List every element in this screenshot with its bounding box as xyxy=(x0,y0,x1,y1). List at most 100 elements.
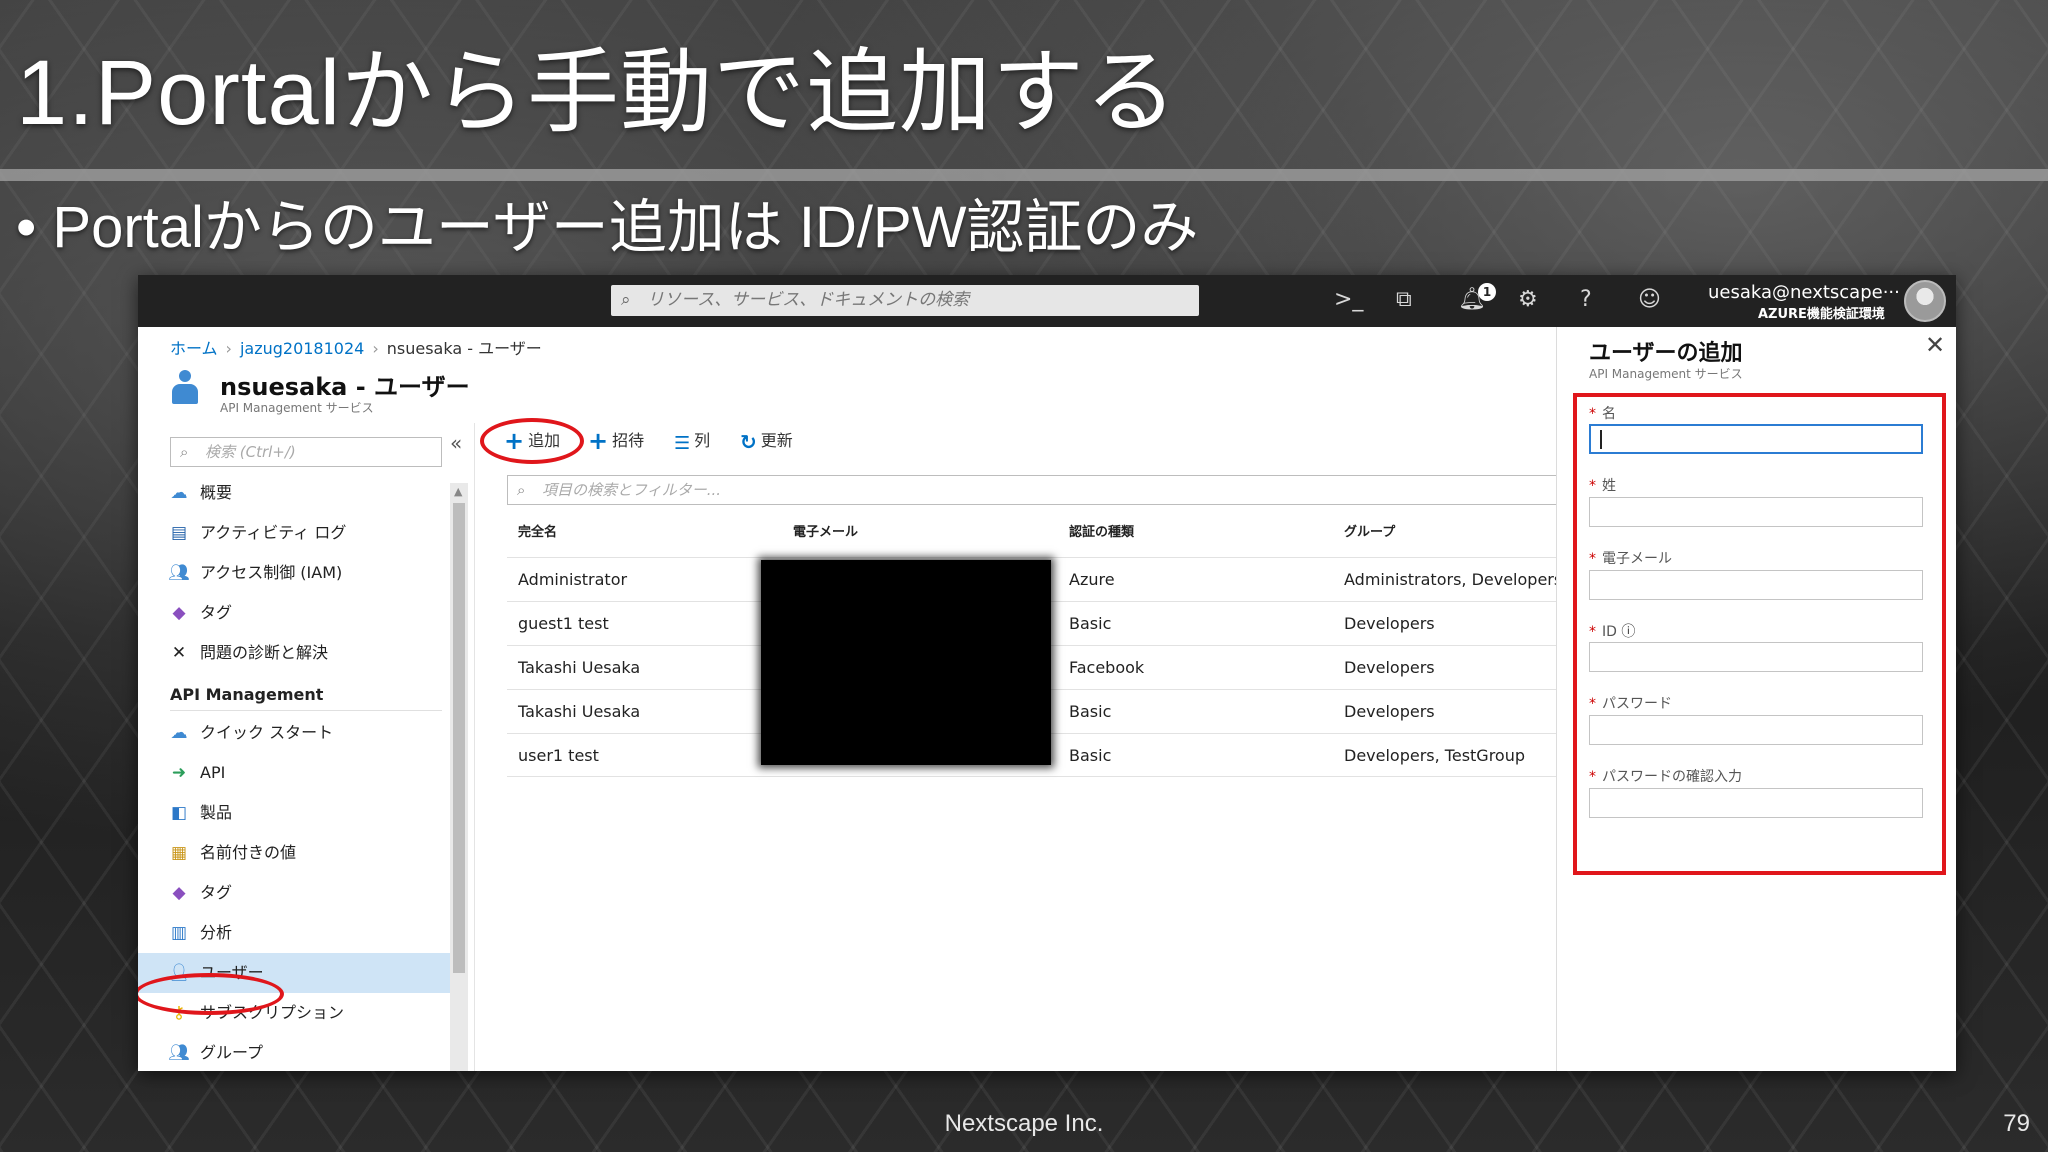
menu-item-overview[interactable]: ☁ 概要 xyxy=(138,473,450,513)
portal-top-bar: ⌕ リソース、サービス、ドキュメントの検索 >_ ⧉ 🔔︎ 1 ⚙ ? ☺ ue… xyxy=(138,275,1956,327)
breadcrumb-resource[interactable]: jazug20181024 xyxy=(240,339,364,358)
columns-icon: ☰ xyxy=(674,433,691,454)
menu-section-api-management: API Management xyxy=(170,685,324,704)
column-header-email[interactable]: 電子メール xyxy=(793,521,858,540)
cloud-icon: ☁ xyxy=(170,723,188,743)
scroll-up-icon[interactable]: ▲ xyxy=(454,485,462,498)
collapse-menu-button[interactable]: « xyxy=(450,431,462,455)
notification-badge: 1 xyxy=(1478,283,1496,301)
column-header-auth-type[interactable]: 認証の種類 xyxy=(1069,521,1134,540)
close-icon[interactable]: ✕ xyxy=(1925,331,1945,359)
add-user-panel: ユーザーの追加 API Management サービス ✕ * 名 * 姓 * 電子メ… xyxy=(1556,327,1956,1071)
menu-scrollbar[interactable]: ▲ xyxy=(450,483,468,1071)
avatar[interactable] xyxy=(1904,280,1946,322)
chevron-right-icon: › xyxy=(225,339,232,358)
email-field[interactable] xyxy=(1589,570,1923,600)
gear-icon[interactable]: ⚙ xyxy=(1518,287,1538,313)
cell-groups: Developers xyxy=(1344,658,1435,677)
chevron-right-icon: › xyxy=(372,339,379,358)
cell-full-name: user1 test xyxy=(518,746,599,765)
menu-item-diagnose[interactable]: ✕ 問題の診断と解決 xyxy=(138,633,450,673)
help-icon[interactable]: ? xyxy=(1580,287,1592,313)
breadcrumb-current: nsuesaka - ユーザー xyxy=(386,339,542,358)
directory-filter-icon[interactable]: ⧉ xyxy=(1396,287,1412,313)
confirm-password-field[interactable] xyxy=(1589,788,1923,818)
blade-subtitle: API Management サービス xyxy=(220,401,374,415)
text-cursor xyxy=(1600,430,1602,449)
column-header-full-name[interactable]: 完全名 xyxy=(518,521,557,540)
refresh-icon: ↻ xyxy=(740,430,757,454)
invite-button[interactable]: + 招待 xyxy=(588,427,644,455)
people-icon: 👥︎ xyxy=(168,563,190,583)
cell-auth-type: Basic xyxy=(1069,702,1112,721)
feedback-smiley-icon[interactable]: ☺ xyxy=(1638,287,1661,313)
menu-item-named-values[interactable]: ▦ 名前付きの値 xyxy=(138,833,450,873)
menu-item-groups[interactable]: 👥︎ グループ xyxy=(138,1033,450,1071)
log-icon: ▤ xyxy=(170,523,188,543)
menu-divider xyxy=(170,710,442,711)
slide-bullet: • Portalからのユーザー追加は ID/PW認証のみ xyxy=(16,195,1199,260)
menu-item-activity-log[interactable]: ▤ アクティビティ ログ xyxy=(138,513,450,553)
menu-item-label: タグ xyxy=(200,603,233,622)
scrollbar-thumb[interactable] xyxy=(453,503,465,973)
menu-item-label: グループ xyxy=(200,1043,264,1062)
menu-item-tags[interactable]: ◆ タグ xyxy=(138,593,450,633)
search-icon: ⌕ xyxy=(621,290,631,310)
id-label: * ID ⓘ xyxy=(1589,624,1636,640)
global-search-placeholder: リソース、サービス、ドキュメントの検索 xyxy=(647,290,970,310)
footer-company: Nextscape Inc. xyxy=(944,1110,1104,1137)
cell-auth-type: Azure xyxy=(1069,570,1115,589)
menu-item-label: アクティビティ ログ xyxy=(200,523,347,542)
refresh-button[interactable]: ↻ 更新 xyxy=(740,427,793,454)
menu-item-iam[interactable]: 👥︎ アクセス制御 (IAM) xyxy=(138,553,450,593)
filter-input[interactable]: ⌕ 項目の検索とフィルター... xyxy=(507,475,1697,505)
column-header-groups[interactable]: グループ xyxy=(1344,521,1395,540)
cell-full-name: guest1 test xyxy=(518,614,609,633)
cell-full-name: Administrator xyxy=(518,570,628,589)
table-row[interactable]: Administrator Azure Administrators, Deve… xyxy=(507,557,1697,601)
menu-item-label: 概要 xyxy=(200,483,233,502)
portal-screenshot: ⌕ リソース、サービス、ドキュメントの検索 >_ ⧉ 🔔︎ 1 ⚙ ? ☺ ue… xyxy=(138,275,1956,1071)
table-row[interactable]: user1 test Basic Developers, TestGroup xyxy=(507,733,1697,777)
id-field[interactable] xyxy=(1589,642,1923,672)
cell-auth-type: Basic xyxy=(1069,614,1112,633)
cell-groups: Developers, TestGroup xyxy=(1344,746,1526,765)
cell-auth-type: Facebook xyxy=(1069,658,1145,677)
last-name-label: * 姓 xyxy=(1589,478,1616,494)
page-number: 79 xyxy=(2003,1110,2030,1137)
search-icon: ⌕ xyxy=(517,481,526,499)
panel-subtitle: API Management サービス xyxy=(1589,367,1743,381)
menu-item-label: タグ xyxy=(200,883,233,902)
info-icon[interactable]: ⓘ xyxy=(1621,624,1635,640)
menu-item-analytics[interactable]: ▥ 分析 xyxy=(138,913,450,953)
menu-item-products[interactable]: ◧ 製品 xyxy=(138,793,450,833)
user-email[interactable]: uesaka@nextscape··· xyxy=(1708,282,1900,303)
menu-search-input[interactable]: ⌕ 検索 (Ctrl+/) xyxy=(170,437,442,467)
breadcrumb-home[interactable]: ホーム xyxy=(170,339,218,358)
table-icon: ▦ xyxy=(170,843,188,863)
table-row[interactable]: guest1 test Basic Developers xyxy=(507,601,1697,645)
panel-title: ユーザーの追加 xyxy=(1589,341,1743,366)
cell-full-name: Takashi Uesaka xyxy=(518,658,641,677)
menu-item-tags-api[interactable]: ◆ タグ xyxy=(138,873,450,913)
first-name-field[interactable] xyxy=(1589,424,1923,454)
columns-button[interactable]: ☰ 列 xyxy=(674,427,710,454)
menu-item-label: 分析 xyxy=(200,923,233,942)
table-row[interactable]: Takashi Uesaka Basic Developers xyxy=(507,689,1697,733)
wrench-icon: ✕ xyxy=(171,643,187,663)
last-name-field[interactable] xyxy=(1589,497,1923,527)
cell-full-name: Takashi Uesaka xyxy=(518,702,641,721)
tag-icon: ◆ xyxy=(172,603,186,623)
cell-groups: Administrators, Developers xyxy=(1344,570,1563,589)
menu-item-quickstart[interactable]: ☁ クイック スタート xyxy=(138,713,450,753)
password-label: * パスワード xyxy=(1589,696,1672,712)
global-search-input[interactable]: ⌕ リソース、サービス、ドキュメントの検索 xyxy=(611,285,1199,316)
cloud-shell-icon[interactable]: >_ xyxy=(1334,287,1363,313)
table-row[interactable]: Takashi Uesaka Facebook Developers xyxy=(507,645,1697,689)
invite-button-label: 招待 xyxy=(612,431,645,450)
menu-search-placeholder: 検索 (Ctrl+/) xyxy=(205,443,296,461)
user-icon xyxy=(172,370,198,404)
password-field[interactable] xyxy=(1589,715,1923,745)
menu-item-api[interactable]: ➜ API xyxy=(138,753,450,793)
tag-icon: ◆ xyxy=(172,883,186,903)
